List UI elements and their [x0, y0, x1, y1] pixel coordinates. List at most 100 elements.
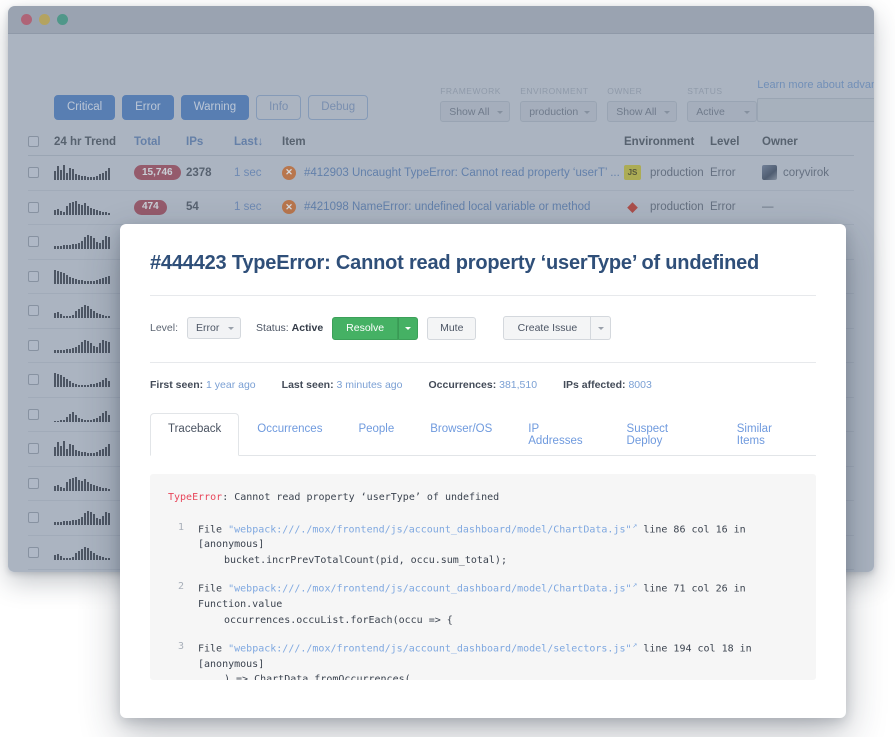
mute-button[interactable]: Mute [427, 316, 477, 340]
ips-cell: 54 [186, 201, 199, 214]
filter-debug[interactable]: Debug [308, 94, 369, 120]
frame-path-link[interactable]: "webpack:///./mox/frontend/js/account_da… [228, 643, 631, 654]
modal-title: #444423 TypeError: Cannot read property … [150, 252, 816, 296]
search-row: Search [757, 98, 874, 122]
row-select-cell [28, 305, 54, 317]
ips-affected-meta: IPs affected: 8003 [563, 379, 652, 391]
tab-people[interactable]: People [340, 413, 412, 456]
rb-framework-icon: ◆ [627, 199, 638, 215]
avatar [762, 165, 777, 181]
row-checkbox[interactable] [28, 305, 39, 317]
search-input[interactable] [757, 98, 874, 122]
owner-name: coryvirok [783, 166, 830, 179]
frame-location-line: File "webpack:///./mox/frontend/js/accou… [198, 520, 798, 553]
row-checkbox[interactable] [28, 512, 39, 524]
table-row[interactable]: 474 54 1 sec ✕ #421098 NameError: undefined … [28, 191, 854, 225]
traceback-panel: TypeError: Cannot read property ‘userTyp… [150, 474, 816, 680]
filter-info[interactable]: Info [256, 94, 302, 120]
frame-path-link[interactable]: "webpack:///./mox/frontend/js/account_da… [228, 584, 631, 595]
last-seen-cell[interactable]: 1 sec [234, 167, 282, 179]
tab-similar-items[interactable]: Similar Items [719, 413, 816, 456]
occurrences-value: 381,510 [499, 379, 538, 391]
column-total[interactable]: Total [134, 136, 186, 148]
framework-filter-label: FRAMEWORK [440, 86, 501, 96]
traceback-frame: 3 File "webpack:///./mox/frontend/js/acco… [168, 639, 798, 680]
error-circle-icon: ✕ [282, 200, 296, 215]
advanced-search-link[interactable]: Learn more about advanced search [757, 79, 874, 91]
zoom-window-icon[interactable] [57, 14, 68, 25]
last-seen-cell[interactable]: 1 sec [234, 201, 282, 213]
tab-ip-addresses[interactable]: IP Addresses [510, 413, 608, 456]
sparkline [54, 200, 134, 215]
ips-affected-value: 8003 [628, 379, 652, 391]
framework-select[interactable]: Show All [440, 101, 511, 122]
tab-occurrences[interactable]: Occurrences [239, 413, 340, 456]
create-issue-button[interactable]: Create Issue [503, 316, 592, 340]
item-link[interactable]: #421098 NameError: undefined local varia… [304, 201, 590, 213]
row-checkbox[interactable] [28, 270, 39, 282]
tab-traceback[interactable]: Traceback [150, 413, 240, 456]
row-checkbox[interactable] [28, 236, 39, 248]
chevron-down-icon [497, 110, 504, 114]
minimize-window-icon[interactable] [39, 14, 50, 25]
total-cell: 474 [134, 199, 186, 215]
traceback-error-line: TypeError: Cannot read property ‘userTyp… [168, 490, 798, 506]
create-issue-dropdown-button[interactable] [591, 316, 612, 340]
environment-filter-label: ENVIRONMENT [520, 86, 589, 96]
table-row[interactable]: 15,746 2378 1 sec ✕ #412903 Uncaught TypeErr… [28, 156, 854, 191]
item-link[interactable]: #412903 Uncaught TypeError: Cannot read … [304, 167, 620, 179]
frame-body: File "webpack:///./mox/frontend/js/accou… [198, 579, 798, 628]
traceback-frame: 1 File "webpack:///./mox/frontend/js/acco… [168, 520, 798, 569]
resolve-dropdown-button[interactable] [398, 316, 419, 340]
environment-cell: ◆ production [624, 199, 710, 215]
row-select-cell [28, 374, 54, 386]
row-checkbox[interactable] [28, 546, 39, 558]
row-select-cell [28, 270, 54, 282]
frame-path-link[interactable]: "webpack:///./mox/frontend/js/account_da… [228, 524, 631, 535]
row-checkbox[interactable] [28, 374, 39, 386]
chevron-down-icon [228, 327, 235, 330]
modal-level-value: Error [196, 322, 220, 334]
owner-filter-label: OWNER [607, 86, 643, 96]
modal-action-bar: Level: Error Status: Active Resolve Mute [150, 316, 816, 340]
first-seen-value: 1 year ago [206, 379, 256, 391]
framework-select-value: Show All [449, 105, 490, 118]
error-message: : Cannot read property ‘userType’ of und… [222, 492, 500, 503]
row-checkbox[interactable] [28, 167, 39, 179]
modal-level-select[interactable]: Error [187, 317, 242, 339]
tab-suspect-deploy[interactable]: Suspect Deploy [609, 413, 719, 456]
row-checkbox[interactable] [28, 443, 39, 455]
column-ips[interactable]: IPs [186, 136, 234, 148]
select-all-checkbox[interactable] [28, 136, 39, 147]
filter-error[interactable]: Error [122, 94, 174, 120]
resolve-button[interactable]: Resolve [332, 316, 399, 340]
last-seen-meta: Last seen: 3 minutes ago [282, 379, 403, 391]
filter-warning[interactable]: Warning [180, 94, 250, 120]
row-checkbox[interactable] [28, 201, 39, 213]
column-last[interactable]: Last↓ [234, 136, 282, 148]
chevron-down-icon [744, 110, 751, 114]
column-item: Item [282, 135, 306, 148]
screenshot-stage: Critical Error Warning Info Debug FRAMEW… [0, 0, 895, 737]
error-type: TypeError [168, 492, 223, 503]
close-window-icon[interactable] [21, 14, 32, 25]
row-checkbox[interactable] [28, 339, 39, 351]
filter-critical[interactable]: Critical [54, 94, 116, 120]
owner-filter: OWNER Show All [607, 86, 678, 122]
item-cell: ✕ #421098 NameError: undefined local vari… [282, 200, 624, 215]
owner-select[interactable]: Show All [607, 101, 678, 122]
total-badge: 15,746 [134, 165, 181, 181]
row-select-cell [28, 546, 54, 558]
row-checkbox[interactable] [28, 477, 39, 489]
row-checkbox[interactable] [28, 408, 39, 420]
owner-cell: — [762, 201, 854, 213]
environment-cell: JS production [624, 165, 710, 181]
frame-file-keyword: File [198, 583, 229, 595]
status-select[interactable]: Active [687, 101, 758, 122]
row-select-cell [28, 167, 54, 179]
frame-source-line: occurrences.occuList.forEach(occu => { [224, 614, 453, 626]
chevron-down-icon [664, 110, 671, 114]
framework-filter: FRAMEWORK Show All [440, 86, 511, 122]
tab-browser-os[interactable]: Browser/OS [412, 413, 510, 456]
environment-select[interactable]: production [520, 101, 598, 122]
